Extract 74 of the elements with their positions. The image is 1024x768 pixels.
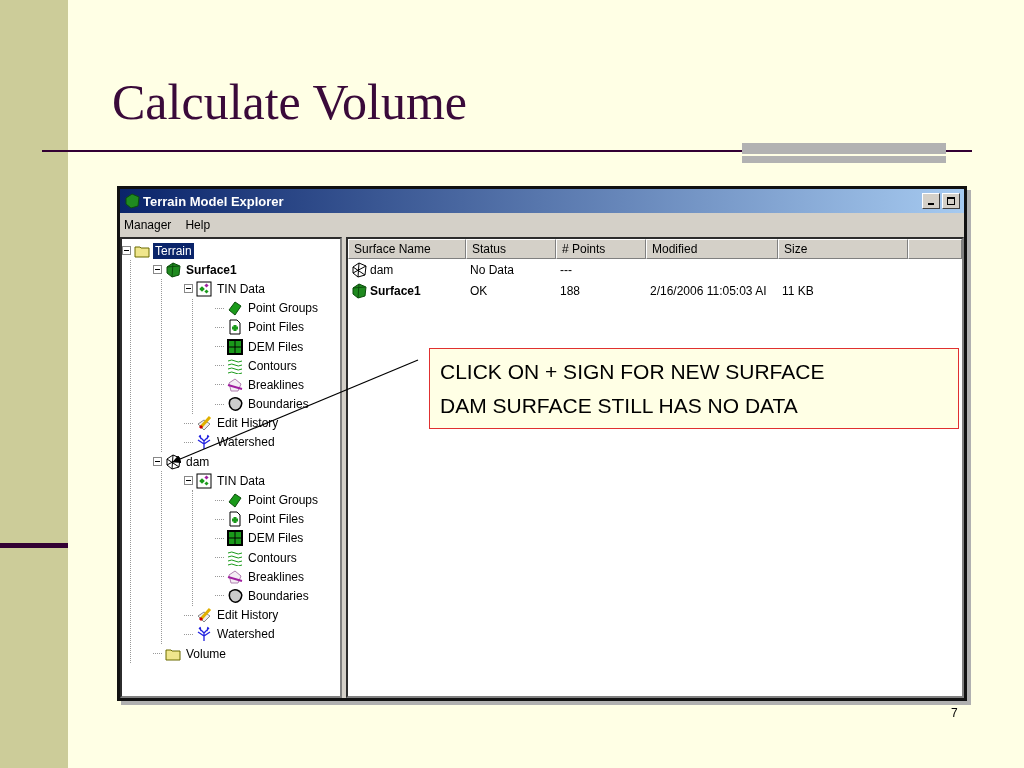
contours-icon	[227, 549, 243, 566]
tree-item[interactable]: Boundaries	[246, 587, 311, 604]
collapse-toggle[interactable]	[184, 476, 193, 486]
file-icon	[227, 319, 243, 336]
page-number: 7	[951, 706, 958, 720]
maximize-button[interactable]	[942, 193, 960, 209]
tree-item[interactable]: Terrain	[153, 242, 194, 259]
watershed-icon	[196, 434, 212, 451]
tree-item[interactable]: Boundaries	[246, 396, 311, 413]
menu-item[interactable]: Manager	[124, 218, 172, 232]
tree-item[interactable]: DEM Files	[246, 530, 306, 547]
tree-item[interactable]: DEM Files	[246, 338, 306, 355]
tree-item[interactable]: Edit History	[215, 607, 281, 624]
wireframe-icon	[351, 261, 367, 278]
maximize-icon	[946, 196, 956, 206]
tree-item[interactable]: TIN Data	[215, 280, 267, 297]
tree-item[interactable]: Contours	[246, 357, 299, 374]
contours-icon	[227, 357, 243, 374]
column-header[interactable]: Modified	[646, 239, 778, 259]
tin-data-icon	[196, 280, 212, 297]
table-cell: No Data	[470, 262, 515, 277]
column-header[interactable]: # Points	[556, 239, 646, 259]
table-cell: ---	[560, 262, 572, 277]
tree-item[interactable]: Watershed	[215, 626, 277, 643]
column-header[interactable]: Status	[466, 239, 556, 259]
tree-item[interactable]: Breaklines	[246, 376, 307, 393]
watershed-icon	[196, 626, 212, 643]
tree-item[interactable]: Breaklines	[246, 568, 307, 585]
table-cell: dam	[370, 262, 394, 277]
accent-bar	[0, 543, 68, 548]
surface-icon	[165, 261, 181, 278]
tree-item[interactable]: dam	[184, 453, 212, 470]
tree-item[interactable]: Contours	[246, 549, 299, 566]
table-cell: Surface1	[370, 283, 421, 298]
tree-item[interactable]: TIN Data	[215, 472, 267, 489]
collapse-toggle[interactable]	[153, 265, 162, 275]
table-cell: 2/16/2006 11:05:03 AI	[650, 283, 767, 298]
tree-item[interactable]: Point Files	[246, 511, 307, 528]
minimize-icon	[928, 203, 934, 205]
breaklines-icon	[227, 376, 243, 393]
wireframe-icon	[165, 453, 181, 470]
tree-item[interactable]: Surface1	[184, 261, 239, 278]
app-icon	[124, 193, 140, 209]
surface-icon	[351, 282, 367, 299]
minimize-button[interactable]	[922, 193, 940, 209]
grid-icon	[227, 338, 243, 355]
callout-text: DAM SURFACE STILL HAS NO DATA	[440, 392, 799, 419]
breaklines-icon	[227, 568, 243, 585]
callout-text: CLICK ON + SIGN FOR NEW SURFACE	[440, 359, 826, 385]
point-groups-icon	[227, 300, 243, 317]
tree-item[interactable]: Point Files	[246, 319, 307, 336]
collapse-toggle[interactable]	[122, 246, 131, 256]
table-cell: OK	[470, 283, 488, 298]
collapse-toggle[interactable]	[184, 284, 193, 294]
boundary-icon	[227, 587, 243, 604]
slide-title: Calculate Volume	[112, 73, 469, 132]
table-cell: 11 KB	[782, 283, 814, 298]
tree-item[interactable]: Watershed	[215, 434, 277, 451]
boundary-icon	[227, 396, 243, 413]
menu-item[interactable]: Help	[185, 218, 211, 232]
tree-item[interactable]: Point Groups	[246, 492, 321, 509]
grid-icon	[227, 530, 243, 547]
pencil-icon	[196, 607, 212, 624]
table-cell: 188	[560, 283, 581, 298]
tree-item[interactable]: Point Groups	[246, 300, 321, 317]
file-icon	[227, 511, 243, 528]
collapse-toggle[interactable]	[153, 457, 162, 467]
column-header[interactable]: Size	[778, 239, 908, 259]
window-title: Terrain Model Explorer	[143, 193, 284, 209]
pencil-icon	[196, 415, 212, 432]
tin-data-icon	[196, 472, 212, 489]
point-groups-icon	[227, 492, 243, 509]
tree-item[interactable]: Volume	[184, 645, 229, 662]
column-header[interactable]: Surface Name	[348, 239, 466, 259]
